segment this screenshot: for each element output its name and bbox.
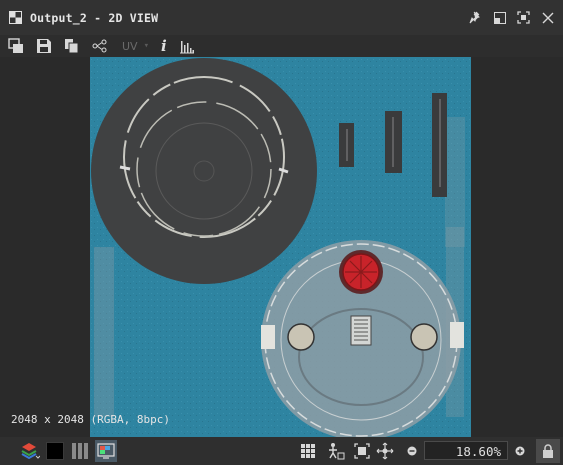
close-icon bbox=[542, 12, 553, 23]
lock-button[interactable] bbox=[536, 439, 560, 463]
2d-view-icon bbox=[9, 11, 22, 24]
save-icon bbox=[37, 39, 51, 53]
zoom-out-icon bbox=[407, 446, 417, 456]
slot-1 bbox=[339, 123, 354, 167]
pin-icon bbox=[469, 11, 480, 24]
title-bar: Output_2 - 2D VIEW bbox=[0, 0, 563, 35]
transform-button[interactable] bbox=[326, 441, 346, 461]
maximize-icon bbox=[517, 11, 530, 24]
fit-to-view-button[interactable] bbox=[352, 441, 372, 461]
display-mode-icon bbox=[97, 443, 115, 459]
zoom-in-button[interactable] bbox=[510, 441, 530, 461]
export-button[interactable] bbox=[64, 38, 80, 54]
channel-color-icon bbox=[46, 442, 64, 460]
maximize-button[interactable] bbox=[516, 10, 531, 25]
transform-icon bbox=[329, 443, 345, 460]
lock-icon bbox=[543, 444, 553, 458]
zoom-out-button[interactable] bbox=[402, 441, 422, 461]
save-button[interactable] bbox=[36, 38, 52, 54]
export-icon bbox=[65, 39, 79, 54]
share-graph-icon bbox=[92, 39, 107, 53]
dark-disc bbox=[91, 58, 317, 284]
restore-button[interactable] bbox=[492, 10, 507, 25]
restore-icon bbox=[493, 11, 506, 24]
pan-button[interactable] bbox=[375, 441, 395, 461]
texture-preview bbox=[90, 57, 471, 437]
display-mode-button[interactable] bbox=[95, 440, 117, 462]
uv-selector[interactable]: UV bbox=[122, 40, 138, 53]
histogram-button[interactable] bbox=[179, 38, 195, 54]
pin-button[interactable] bbox=[468, 10, 483, 25]
split-view-icon bbox=[72, 443, 88, 459]
bottom-bar: 18.60% bbox=[0, 437, 563, 465]
zoom-in-icon bbox=[515, 446, 525, 456]
grid-icon bbox=[301, 444, 315, 458]
close-button[interactable] bbox=[540, 10, 555, 25]
slot-2 bbox=[385, 111, 402, 173]
share-button[interactable] bbox=[92, 38, 108, 54]
zoom-input[interactable]: 18.60% bbox=[424, 441, 508, 460]
fit-to-view-icon bbox=[354, 443, 370, 459]
window-title: Output_2 - 2D VIEW bbox=[30, 10, 159, 25]
resolution-label: 2048 x 2048 (RGBA, 8bpc) bbox=[11, 413, 170, 426]
histogram-icon bbox=[179, 41, 194, 54]
layers-icon bbox=[21, 443, 40, 460]
layers-button[interactable] bbox=[20, 441, 40, 461]
chevron-down-icon[interactable]: ▾ bbox=[144, 41, 149, 51]
view-toolbar: UV ▾ i bbox=[0, 35, 563, 57]
slot-3 bbox=[432, 93, 447, 197]
pan-icon bbox=[376, 442, 394, 460]
info-icon[interactable]: i bbox=[161, 37, 167, 55]
2d-viewport[interactable]: 2048 x 2048 (RGBA, 8bpc) bbox=[0, 57, 563, 437]
copy-image-button[interactable] bbox=[8, 38, 24, 54]
copy-image-icon bbox=[8, 38, 23, 53]
split-view-button[interactable] bbox=[70, 441, 90, 461]
channel-color-button[interactable] bbox=[45, 441, 65, 461]
grid-button[interactable] bbox=[298, 441, 318, 461]
